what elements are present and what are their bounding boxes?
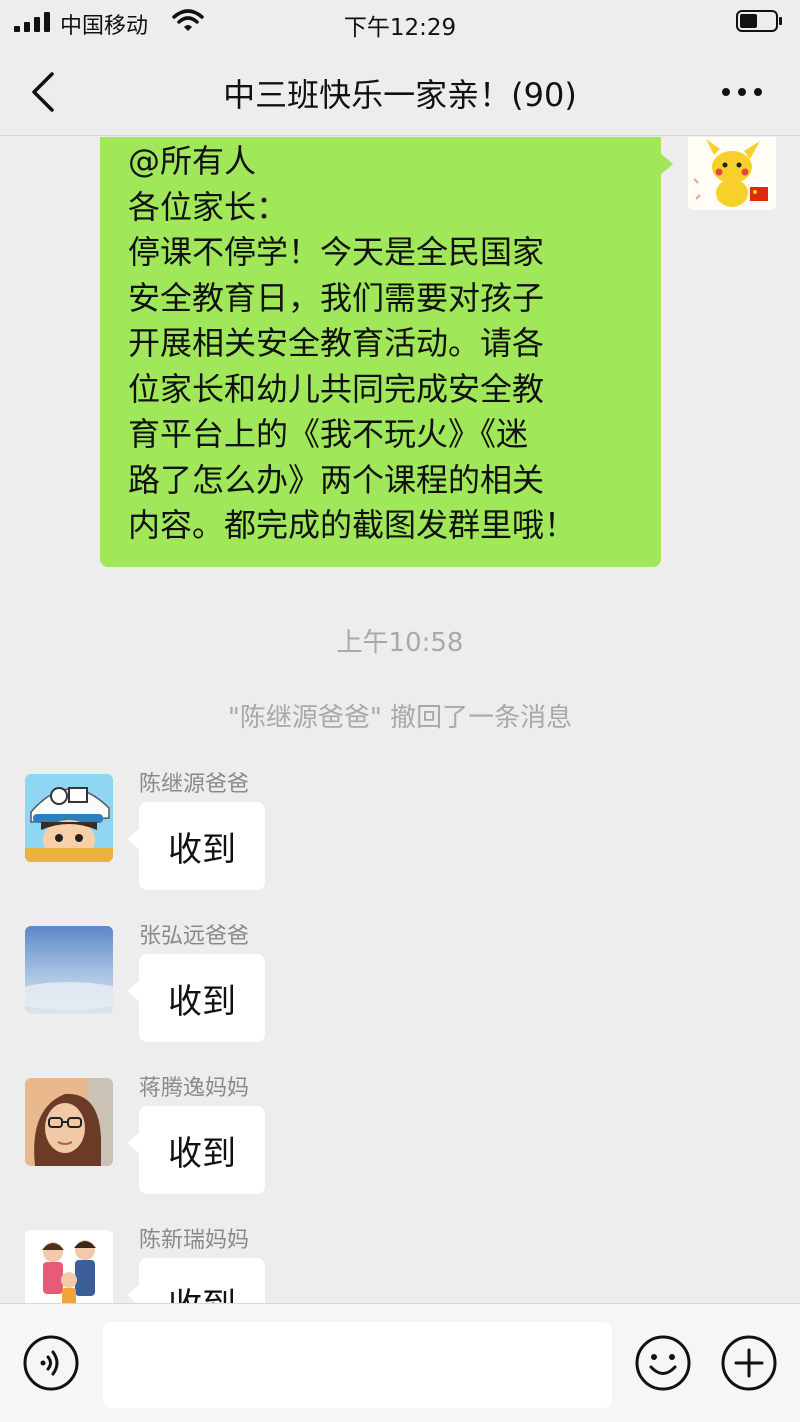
- message-bubble[interactable]: 收到: [127, 954, 265, 1042]
- message-row: 陈继源爸爸 收到: [0, 772, 800, 914]
- battery-icon: [736, 10, 782, 32]
- ellipsis-icon[interactable]: [712, 70, 772, 114]
- chevron-left-icon[interactable]: [24, 70, 64, 114]
- message-text: 收到: [139, 1278, 265, 1303]
- message-row: 陈新瑞妈妈 收到: [0, 1228, 800, 1303]
- message-text: 收到: [168, 982, 236, 1022]
- avatar[interactable]: [25, 774, 113, 862]
- timestamp-label: 上午10:58: [336, 628, 464, 658]
- message-text: 收到: [168, 830, 236, 870]
- avatar[interactable]: [25, 926, 113, 1014]
- cartoon-boy-avatar-image: [25, 774, 113, 862]
- message-bubble[interactable]: 收到: [127, 1258, 265, 1303]
- recall-notice: "陈继源爸爸" 撤回了一条消息: [227, 703, 573, 733]
- status-bar: 中国移动 下午12:29: [0, 0, 800, 46]
- sender-name: 陈继源爸爸: [139, 772, 250, 797]
- chat-message-list[interactable]: @所有人 各位家长： 停课不停学！今天是全民国家 安全教育日，我们需要对孩子 开…: [0, 137, 800, 1303]
- message-row: 蒋腾逸妈妈 收到: [0, 1076, 800, 1218]
- message-bubble[interactable]: 收到: [127, 802, 265, 890]
- message-input[interactable]: [103, 1322, 612, 1408]
- sender-name: 陈新瑞妈妈: [139, 1228, 250, 1253]
- cartoon-family-avatar-image: [25, 1230, 113, 1303]
- message-bubble[interactable]: 收到: [127, 1106, 265, 1194]
- my-message-bubble[interactable]: @所有人 各位家长： 停课不停学！今天是全民国家 安全教育日，我们需要对孩子 开…: [100, 137, 673, 567]
- sender-name: 蒋腾逸妈妈: [139, 1076, 250, 1101]
- chat-title: 中三班快乐一家亲！(90): [223, 76, 577, 114]
- my-message-text: @所有人 各位家长： 停课不停学！今天是全民国家 安全教育日，我们需要对孩子 开…: [128, 142, 577, 544]
- voice-icon[interactable]: [22, 1334, 80, 1392]
- emoji-icon[interactable]: [634, 1334, 692, 1392]
- message-text: 收到: [168, 1134, 236, 1174]
- chat-header: 中三班快乐一家亲！(90): [0, 46, 800, 136]
- avatar[interactable]: [25, 1230, 113, 1303]
- woman-portrait-avatar-image: [25, 1078, 113, 1166]
- my-avatar[interactable]: [688, 137, 776, 210]
- message-row: 张弘远爸爸 收到: [0, 924, 800, 1066]
- avatar[interactable]: [25, 1078, 113, 1166]
- plus-icon[interactable]: [720, 1334, 778, 1392]
- status-time: 下午12:29: [343, 15, 457, 41]
- sender-name: 张弘远爸爸: [139, 924, 250, 949]
- chat-input-bar: [0, 1303, 800, 1422]
- sky-avatar-image: [25, 926, 113, 1014]
- pikachu-avatar-image: [688, 137, 776, 210]
